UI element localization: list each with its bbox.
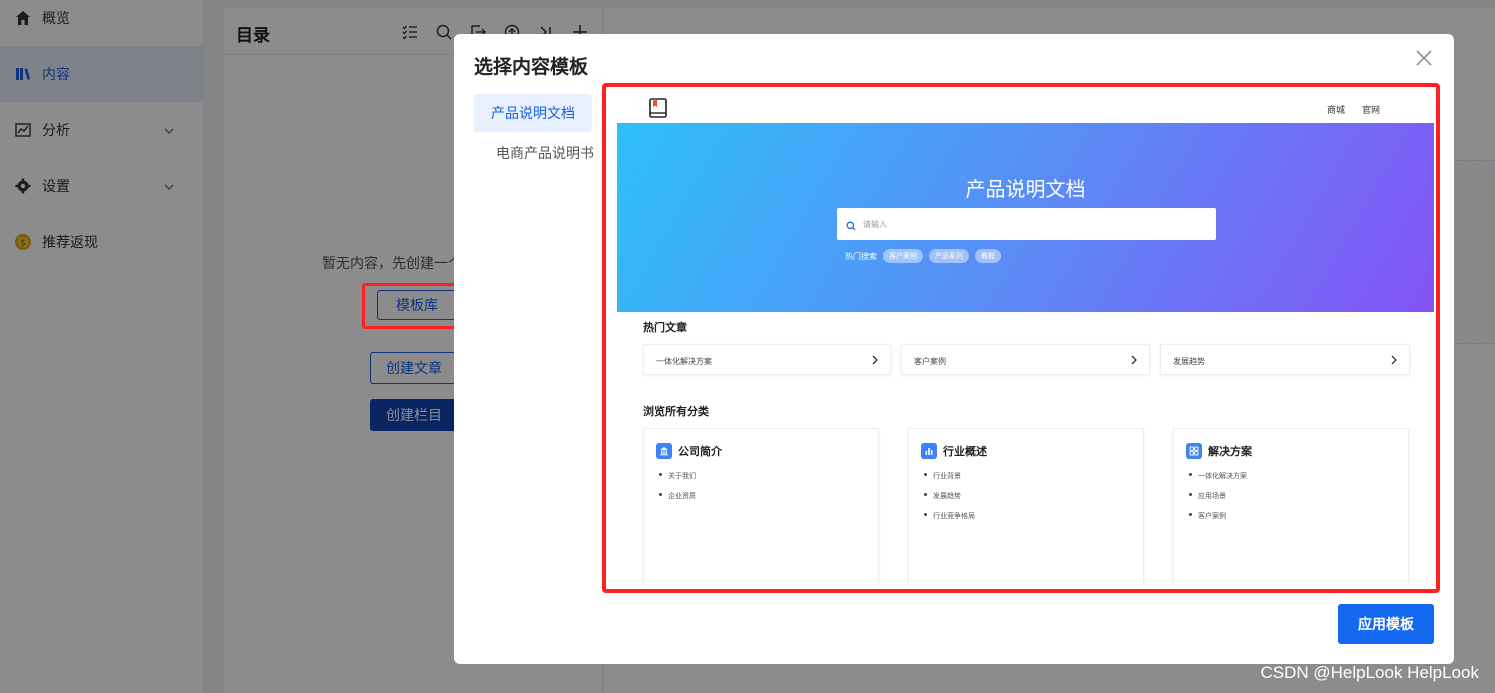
modal-title: 选择内容模板 <box>474 57 589 78</box>
apply-template-button[interactable]: 应用模板 <box>1338 604 1434 644</box>
template-modal: 选择内容模板 产品说明文档 电商产品说明书 商城 官网 产品说明文档 请输入 热… <box>454 34 1454 664</box>
template-item-ecommerce-manual[interactable]: 电商产品说明书 <box>478 134 612 172</box>
template-item-product-doc[interactable]: 产品说明文档 <box>474 94 592 132</box>
close-icon[interactable] <box>1416 50 1436 70</box>
watermark: CSDN @HelpLook HelpLook <box>1260 663 1479 682</box>
highlight-box <box>602 83 1440 593</box>
highlight-box <box>362 283 459 329</box>
